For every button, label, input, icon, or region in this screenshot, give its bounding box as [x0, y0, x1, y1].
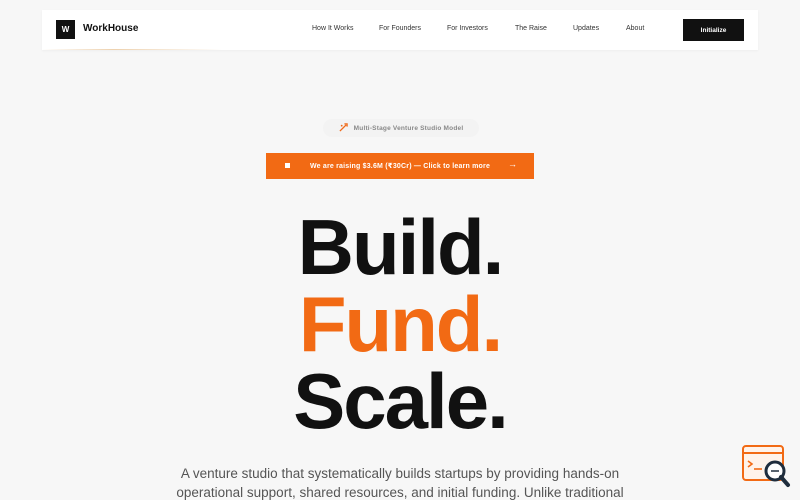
square-icon	[285, 163, 290, 168]
nav-for-founders[interactable]: For Founders	[379, 25, 421, 32]
raise-banner-text: We are raising $3.6M (₹30Cr) — Click to …	[309, 163, 491, 170]
initialize-button[interactable]: Initialize	[683, 19, 744, 41]
nav-about[interactable]: About	[626, 25, 644, 32]
nav-updates[interactable]: Updates	[573, 25, 599, 32]
hero-line-build: Build.	[297, 203, 505, 291]
nav-for-investors[interactable]: For Investors	[447, 25, 488, 32]
nav-the-raise[interactable]: The Raise	[515, 25, 547, 32]
page: W WorkHouse How It Works For Founders Fo…	[0, 0, 800, 500]
badge-text: Multi-Stage Venture Studio Model	[353, 124, 464, 132]
hero-description: A venture studio that systematically bui…	[176, 466, 624, 500]
header-accent-line	[42, 49, 222, 50]
hero-line-fund: Fund.	[298, 280, 503, 368]
logo-icon[interactable]: W	[56, 20, 75, 39]
raise-banner[interactable]: We are raising $3.6M (₹30Cr) — Click to …	[266, 153, 534, 179]
search-chat-icon[interactable]	[742, 445, 792, 489]
studio-model-badge: Multi-Stage Venture Studio Model	[323, 119, 479, 137]
brand-name[interactable]: WorkHouse	[83, 23, 138, 34]
arrow-right-icon: →	[508, 159, 517, 169]
nav-how-it-works[interactable]: How It Works	[312, 25, 354, 32]
logo-letter: W	[61, 25, 70, 34]
spark-icon	[339, 122, 348, 134]
hero-line-scale: Scale.	[293, 357, 508, 445]
